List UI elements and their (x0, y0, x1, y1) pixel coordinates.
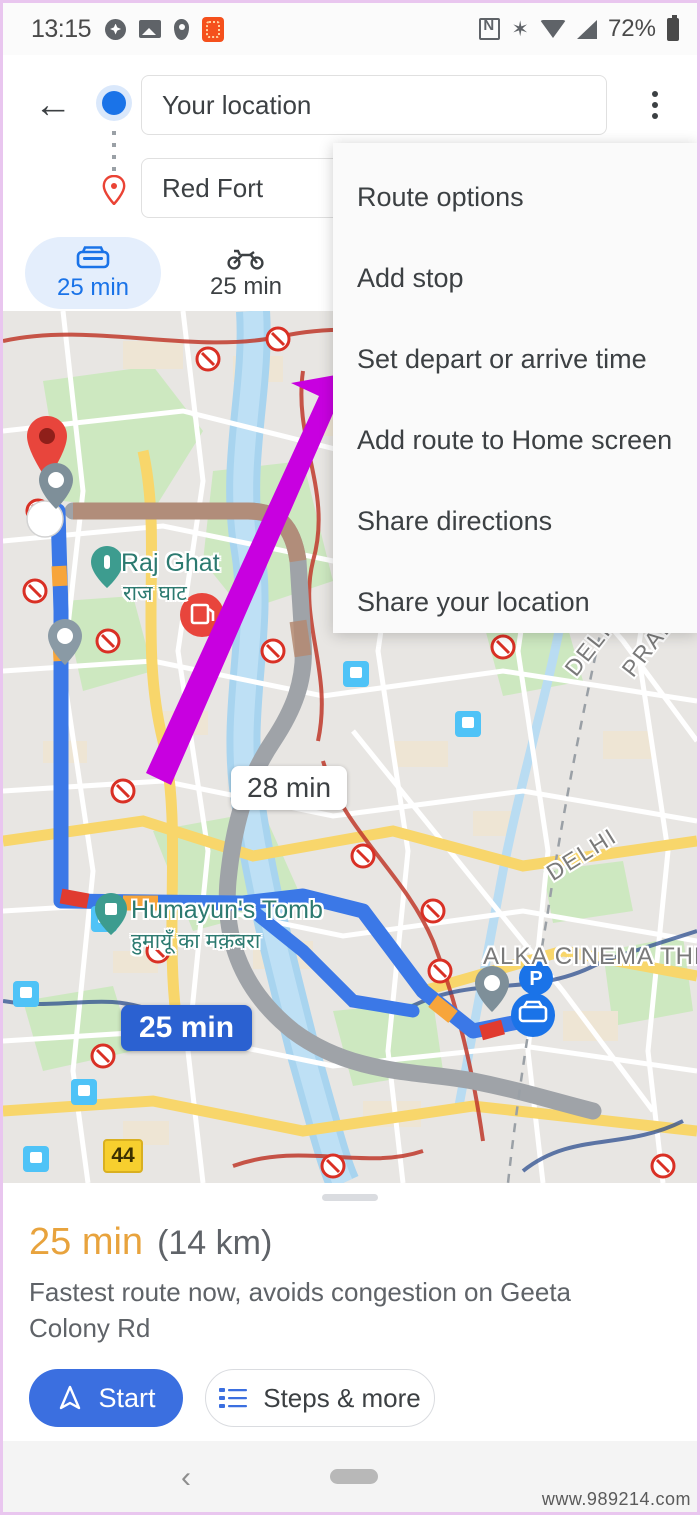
route-summary-sheet: 25 min (14 km) Fastest route now, avoids… (3, 1183, 697, 1441)
battery-icon (667, 14, 679, 41)
compass-icon (105, 18, 127, 40)
menu-item-route-options[interactable]: Route options (333, 157, 697, 238)
motorcycle-icon (227, 249, 264, 270)
nav-home-pill[interactable] (330, 1469, 378, 1484)
photos-icon (139, 20, 162, 38)
status-right-icons: ✶ 72% (479, 14, 679, 43)
nav-back-button[interactable]: ‹ (181, 1461, 191, 1495)
steps-and-more-label: Steps & more (263, 1382, 421, 1413)
status-bar: 13:15 ✶ 72% (3, 3, 697, 55)
travel-mode-motorcycle-label: 25 min (209, 272, 283, 300)
dot (652, 102, 658, 108)
menu-item-share-directions[interactable]: Share directions (333, 481, 697, 562)
overflow-menu[interactable]: Route options Add stop Set depart or arr… (333, 143, 697, 633)
start-button[interactable]: Start (29, 1369, 183, 1427)
destination-input-value: Red Fort (162, 172, 264, 203)
back-button[interactable]: ← (31, 83, 75, 127)
travel-mode-motorcycle[interactable]: 25 min (179, 237, 313, 309)
route-description: Fastest route now, avoids congestion on … (29, 1277, 572, 1343)
location-pin-icon (174, 18, 190, 40)
travel-mode-car-label: 25 min (56, 273, 130, 301)
sheet-drag-handle[interactable] (322, 1194, 378, 1201)
route-eta-chip-25min-label: 25 min (139, 1011, 235, 1044)
destination-pin-icon (102, 174, 126, 206)
nfc-icon (479, 17, 501, 40)
sheet-action-buttons: Start Steps & more (29, 1369, 435, 1427)
menu-item-add-stop[interactable]: Add stop (333, 238, 697, 319)
bluetooth-icon: ✶ (511, 17, 529, 41)
status-clock: 13:15 (31, 14, 92, 43)
steps-and-more-button[interactable]: Steps & more (205, 1369, 435, 1427)
list-icon (219, 1388, 248, 1408)
route-connector-dots (112, 131, 116, 173)
battery-percent: 72% (607, 15, 656, 42)
travel-mode-car[interactable]: 25 min (25, 237, 161, 309)
origin-input-value: Your location (162, 89, 312, 120)
dot (652, 91, 658, 97)
route-eta-row: 25 min (14 km) (29, 1221, 272, 1264)
origin-input[interactable]: Your location (141, 75, 607, 135)
watermark: www.989214.com (541, 1489, 691, 1509)
wifi-icon (539, 20, 566, 38)
origin-dot-icon (102, 91, 126, 115)
signal-icon (576, 19, 597, 39)
route-eta-chip-28min-label: 28 min (247, 772, 332, 803)
menu-item-share-your-location[interactable]: Share your location (333, 562, 697, 643)
route-eta-chip-28min[interactable]: 28 min (231, 766, 348, 810)
more-vertical-icon[interactable] (635, 81, 675, 129)
start-button-label: Start (98, 1382, 156, 1413)
car-icon (76, 245, 110, 268)
orange-app-icon (202, 16, 225, 42)
route-eta-time: 25 min (29, 1221, 144, 1263)
route-distance: (14 km) (157, 1224, 273, 1262)
navigation-arrow-icon (60, 1385, 81, 1410)
dot (652, 113, 658, 119)
phone-screen: 13:15 ✶ 72% ← (0, 0, 700, 1515)
highway-shield-44: 44 (103, 1139, 143, 1173)
svg-text:P: P (529, 968, 542, 990)
menu-item-set-depart-or-arrive-time[interactable]: Set depart or arrive time (333, 319, 697, 400)
route-endpoint-indicators (99, 83, 129, 208)
status-left-icons (105, 16, 225, 42)
menu-item-add-route-to-home-screen[interactable]: Add route to Home screen (333, 400, 697, 481)
route-eta-chip-25min[interactable]: 25 min (121, 1005, 253, 1051)
